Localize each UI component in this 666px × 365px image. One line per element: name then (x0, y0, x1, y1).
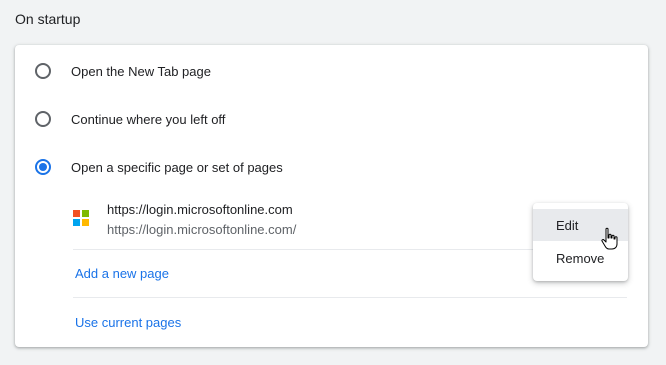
radio-option-new-tab[interactable]: Open the New Tab page (15, 47, 648, 95)
radio-button-icon[interactable] (35, 63, 51, 79)
radio-option-specific-pages[interactable]: Open a specific page or set of pages (15, 143, 648, 191)
radio-option-continue[interactable]: Continue where you left off (15, 95, 648, 143)
radio-button-icon[interactable] (35, 111, 51, 127)
page-title: https://login.microsoftonline.com (107, 202, 293, 217)
add-new-page-link[interactable]: Add a new page (75, 266, 169, 281)
hand-cursor-icon (601, 227, 618, 250)
use-current-pages-link[interactable]: Use current pages (75, 315, 181, 330)
section-title: On startup (15, 11, 81, 27)
startup-settings-card: Open the New Tab page Continue where you… (15, 45, 648, 347)
microsoft-logo-icon (73, 210, 89, 226)
radio-option-label: Continue where you left off (71, 111, 226, 127)
radio-button-checked-icon[interactable] (35, 159, 51, 175)
divider (73, 297, 627, 298)
radio-option-label: Open the New Tab page (71, 63, 211, 79)
page-url: https://login.microsoftonline.com/ (107, 222, 297, 237)
radio-option-label: Open a specific page or set of pages (71, 159, 283, 175)
